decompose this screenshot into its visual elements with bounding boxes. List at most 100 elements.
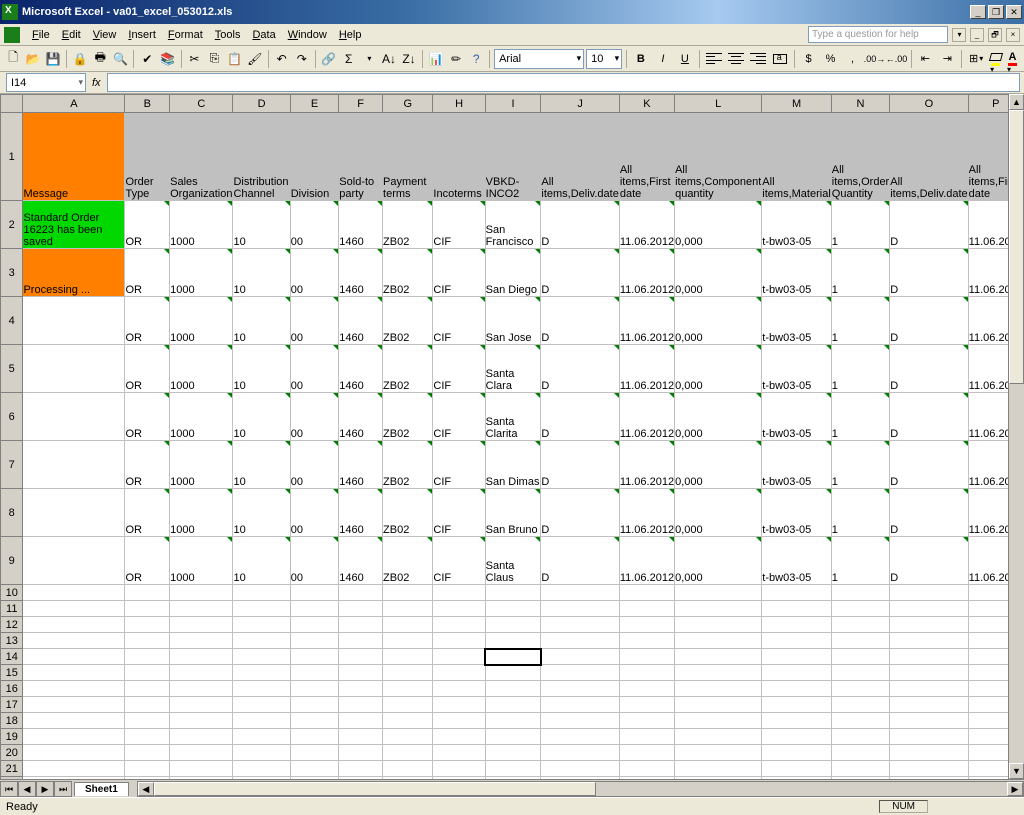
- cell[interactable]: [541, 665, 619, 681]
- cell[interactable]: [339, 649, 383, 665]
- formula-input[interactable]: [107, 73, 1020, 92]
- cell[interactable]: 0,000: [675, 537, 762, 585]
- autosum-button[interactable]: Σ: [340, 48, 358, 70]
- cell[interactable]: [433, 681, 485, 697]
- workbook-minimize[interactable]: _: [970, 28, 984, 42]
- cell[interactable]: [233, 617, 290, 633]
- cell[interactable]: 1000: [170, 489, 233, 537]
- row-header-12[interactable]: 12: [1, 617, 23, 633]
- cell[interactable]: [23, 649, 125, 665]
- header-cell[interactable]: Message: [23, 113, 125, 201]
- cell[interactable]: [170, 617, 233, 633]
- header-cell[interactable]: Sold-to party: [339, 113, 383, 201]
- cell[interactable]: [383, 617, 433, 633]
- cell[interactable]: [541, 729, 619, 745]
- cell[interactable]: [23, 633, 125, 649]
- cell[interactable]: [433, 761, 485, 777]
- new-button[interactable]: 🗋: [4, 48, 22, 70]
- cell[interactable]: [290, 665, 339, 681]
- cell[interactable]: [383, 665, 433, 681]
- cell[interactable]: [233, 697, 290, 713]
- cell[interactable]: ZB02: [383, 297, 433, 345]
- column-header-A[interactable]: A: [23, 95, 125, 113]
- cell[interactable]: [383, 761, 433, 777]
- cell[interactable]: 10: [233, 297, 290, 345]
- cell[interactable]: San Bruno: [485, 489, 541, 537]
- menu-file[interactable]: File: [26, 27, 56, 43]
- header-cell[interactable]: Sales Organization: [170, 113, 233, 201]
- cell[interactable]: [890, 601, 968, 617]
- cell[interactable]: CIF: [433, 345, 485, 393]
- cell[interactable]: [233, 633, 290, 649]
- header-cell[interactable]: Incoterms: [433, 113, 485, 201]
- cell[interactable]: 0,000: [675, 297, 762, 345]
- cell[interactable]: [233, 681, 290, 697]
- cell[interactable]: [675, 761, 762, 777]
- cell[interactable]: [383, 633, 433, 649]
- cell[interactable]: [339, 713, 383, 729]
- cell[interactable]: D: [890, 441, 968, 489]
- cell[interactable]: D: [541, 537, 619, 585]
- cell[interactable]: ZB02: [383, 441, 433, 489]
- cell[interactable]: 11.06.2012: [619, 345, 674, 393]
- scroll-left-arrow[interactable]: ◀: [138, 782, 154, 796]
- cell[interactable]: [339, 665, 383, 681]
- underline-button[interactable]: U: [675, 49, 695, 69]
- cell[interactable]: [541, 601, 619, 617]
- cell[interactable]: [485, 601, 541, 617]
- row-header-3[interactable]: 3: [1, 249, 23, 297]
- row-header-10[interactable]: 10: [1, 585, 23, 601]
- column-header-M[interactable]: M: [762, 95, 831, 113]
- align-center-button[interactable]: [726, 49, 746, 69]
- header-cell[interactable]: All items,Order Quantity: [831, 113, 889, 201]
- cell[interactable]: [433, 729, 485, 745]
- print-button[interactable]: 🖶: [91, 48, 109, 70]
- cell[interactable]: [762, 585, 831, 601]
- cell[interactable]: t-bw03-05: [762, 297, 831, 345]
- cell[interactable]: [125, 585, 170, 601]
- cell[interactable]: [762, 665, 831, 681]
- cell[interactable]: [762, 681, 831, 697]
- cell[interactable]: [339, 585, 383, 601]
- cell[interactable]: [890, 713, 968, 729]
- row-header-15[interactable]: 15: [1, 665, 23, 681]
- tab-last-button[interactable]: ⏭: [54, 781, 72, 797]
- cell[interactable]: [170, 649, 233, 665]
- cell[interactable]: D: [541, 297, 619, 345]
- cell[interactable]: [290, 761, 339, 777]
- cell[interactable]: D: [541, 441, 619, 489]
- cell[interactable]: [383, 585, 433, 601]
- cell[interactable]: [383, 745, 433, 761]
- fill-color-button[interactable]: [988, 50, 1003, 68]
- cell[interactable]: 1000: [170, 441, 233, 489]
- cell[interactable]: [383, 681, 433, 697]
- cell[interactable]: t-bw03-05: [762, 249, 831, 297]
- row-header-16[interactable]: 16: [1, 681, 23, 697]
- cell[interactable]: [890, 649, 968, 665]
- cell[interactable]: [433, 617, 485, 633]
- column-header-J[interactable]: J: [541, 95, 619, 113]
- cell[interactable]: San Jose: [485, 297, 541, 345]
- header-cell[interactable]: All items,Component quantity: [675, 113, 762, 201]
- cell[interactable]: [890, 729, 968, 745]
- row-header-17[interactable]: 17: [1, 697, 23, 713]
- menu-edit[interactable]: Edit: [56, 27, 87, 43]
- cell[interactable]: OR: [125, 489, 170, 537]
- cell[interactable]: San Diego: [485, 249, 541, 297]
- scroll-down-arrow[interactable]: ▼: [1009, 763, 1024, 779]
- cell[interactable]: OR: [125, 249, 170, 297]
- merge-center-button[interactable]: [770, 49, 790, 69]
- menu-data[interactable]: Data: [246, 27, 281, 43]
- cell[interactable]: [675, 617, 762, 633]
- cell[interactable]: 11.06.2012: [619, 441, 674, 489]
- cell[interactable]: [339, 617, 383, 633]
- cell[interactable]: 1: [831, 345, 889, 393]
- header-cell[interactable]: Division: [290, 113, 339, 201]
- cell[interactable]: 1: [831, 393, 889, 441]
- header-cell[interactable]: All items,First date: [619, 113, 674, 201]
- cell[interactable]: [233, 601, 290, 617]
- font-color-button[interactable]: A: [1005, 50, 1020, 68]
- row-header-14[interactable]: 14: [1, 649, 23, 665]
- cell[interactable]: ZB02: [383, 201, 433, 249]
- cell[interactable]: [290, 617, 339, 633]
